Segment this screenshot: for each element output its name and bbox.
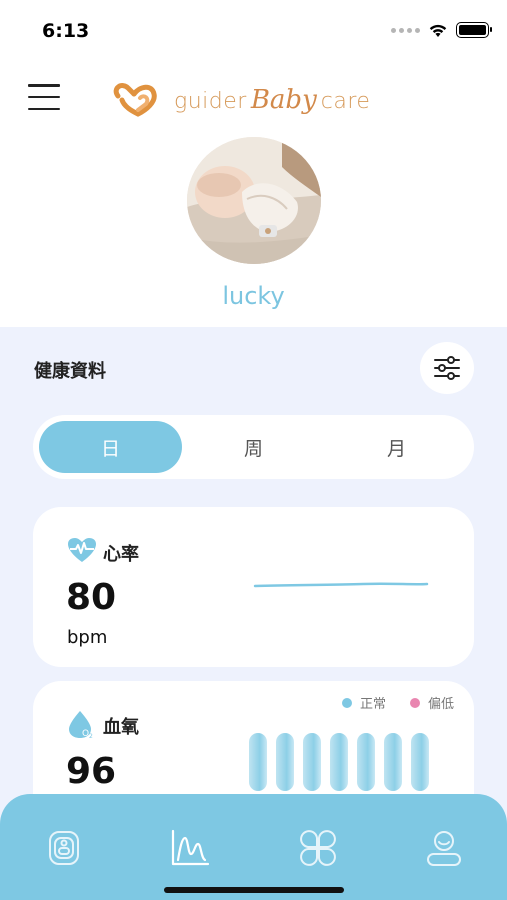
header: guider Baby care xyxy=(0,60,507,135)
heart-pulse-icon xyxy=(68,538,96,562)
spo2-bar xyxy=(249,733,267,791)
spo2-bar xyxy=(411,733,429,791)
logo-word-care: care xyxy=(320,89,371,114)
spo2-bar xyxy=(303,733,321,791)
spo2-bar xyxy=(357,733,375,791)
bottom-tab-bar xyxy=(0,794,507,900)
spo2-bar xyxy=(330,733,348,791)
wifi-icon xyxy=(429,24,447,37)
logo-heart-icon xyxy=(113,83,157,117)
heart-rate-trend-line xyxy=(253,582,429,588)
tab-day[interactable]: 日 xyxy=(39,421,182,473)
menu-button[interactable] xyxy=(28,84,60,110)
menu-icon-line xyxy=(28,107,60,110)
baby-photo-illustration xyxy=(187,137,321,264)
legend-label-normal: 正常 xyxy=(359,697,386,712)
tab-chart[interactable] xyxy=(170,828,210,868)
avatar[interactable] xyxy=(187,137,321,264)
baby-name: lucky xyxy=(222,282,285,310)
filter-button[interactable] xyxy=(420,342,474,394)
tab-profile[interactable] xyxy=(424,828,464,868)
signal-icon xyxy=(391,27,420,33)
clover-icon xyxy=(300,830,336,866)
battery-icon xyxy=(456,22,492,38)
spo2-value: 96 xyxy=(66,751,117,792)
section-title: 健康資料 xyxy=(34,361,106,382)
profile-icon xyxy=(427,831,461,866)
spo2-legend: 正常 偏低 xyxy=(341,693,454,712)
spo2-label: 血氧 xyxy=(103,717,139,738)
heart-rate-card[interactable]: 心率 80 bpm xyxy=(33,507,474,667)
legend-dot-low xyxy=(409,697,420,708)
heart-rate-unit: bpm xyxy=(67,627,108,648)
tab-device[interactable] xyxy=(44,828,84,868)
heart-rate-value: 80 xyxy=(66,577,117,618)
device-icon xyxy=(49,831,79,865)
status-bar: 6:13 xyxy=(0,0,507,60)
spo2-bar xyxy=(276,733,294,791)
legend-dot-normal xyxy=(341,697,352,708)
chart-icon xyxy=(171,829,210,866)
tab-services[interactable] xyxy=(298,828,338,868)
heart-rate-label: 心率 xyxy=(103,544,139,565)
legend-item-low: 偏低 xyxy=(409,693,454,712)
logo: guider Baby care xyxy=(110,74,410,126)
legend-item-normal: 正常 xyxy=(341,693,386,712)
status-time: 6:13 xyxy=(42,20,90,42)
menu-icon-line xyxy=(28,95,60,99)
period-segmented-control: 日 周 月 xyxy=(33,415,474,479)
logo-word-guider: guider xyxy=(174,89,247,114)
tab-week[interactable]: 周 xyxy=(182,421,325,473)
tab-month[interactable]: 月 xyxy=(325,421,468,473)
legend-label-low: 偏低 xyxy=(427,697,454,712)
sliders-icon xyxy=(434,356,460,380)
spo2-bar-chart xyxy=(249,733,429,791)
spo2-bar xyxy=(384,733,402,791)
svg-text:2: 2 xyxy=(89,733,93,739)
status-icons xyxy=(391,22,492,38)
home-indicator xyxy=(164,887,344,893)
menu-icon-line xyxy=(28,84,60,87)
logo-word-baby: Baby xyxy=(250,85,317,115)
blood-drop-o2-icon: O 2 xyxy=(69,711,93,739)
